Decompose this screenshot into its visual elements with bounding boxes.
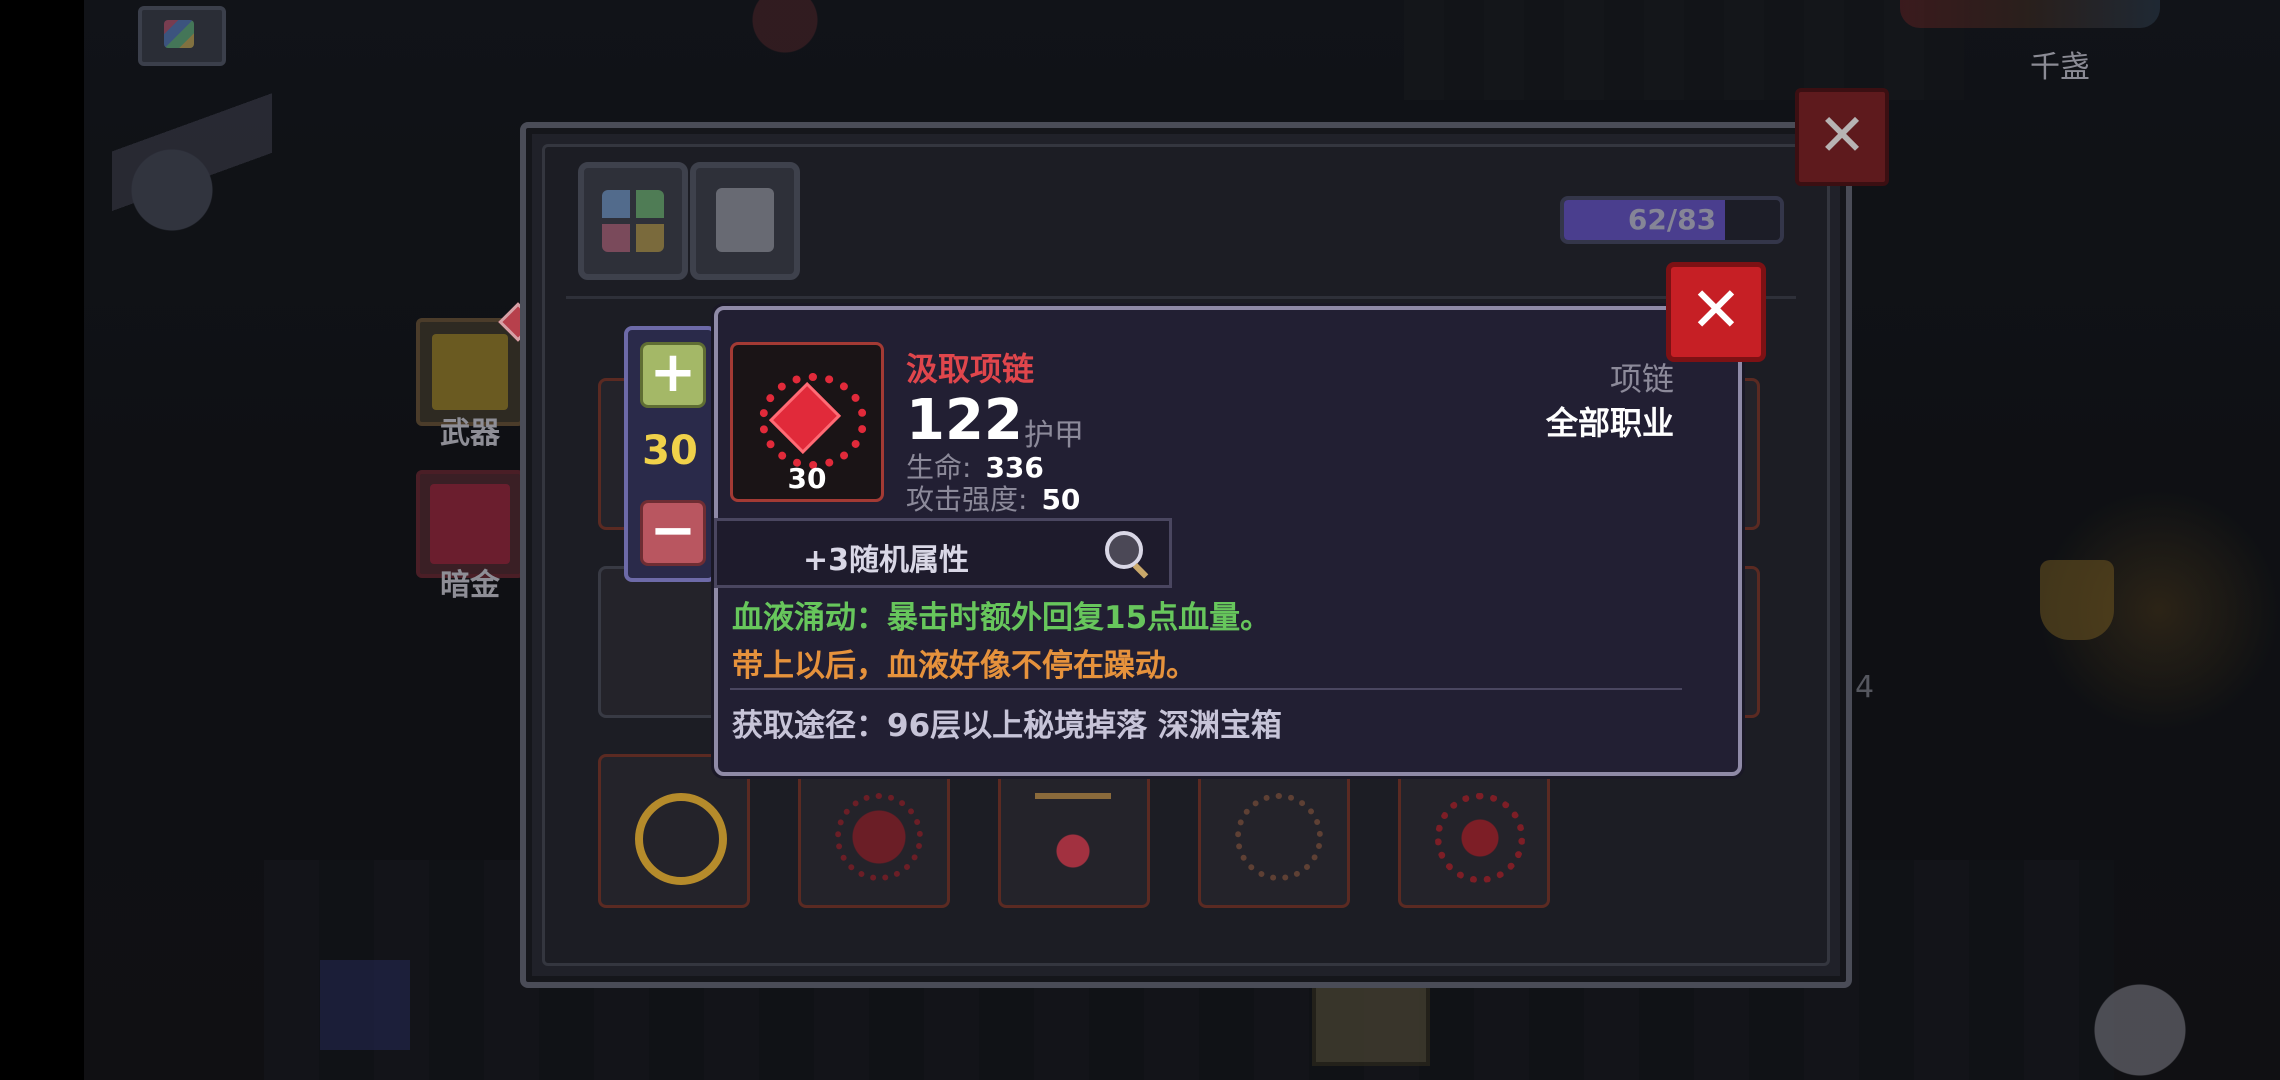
item-name: 汲取项链: [906, 350, 1035, 388]
npc-cat-sprite: [112, 80, 272, 260]
side-tab-label: 武器: [440, 416, 500, 451]
minus-button[interactable]: −: [640, 500, 706, 566]
side-tab-dark-gold[interactable]: 暗金: [416, 470, 524, 603]
random-attributes-label: +3随机属性: [803, 543, 970, 578]
top-right-decoration: [1900, 0, 2160, 28]
inventory-slot-necklace[interactable]: [1398, 754, 1550, 908]
portal-icon[interactable]: [138, 6, 226, 66]
item-level: 30: [787, 462, 827, 495]
tooltip-divider: [730, 688, 1682, 690]
necklace-icon: [1035, 793, 1111, 875]
inventory-slot-necklace[interactable]: [798, 754, 950, 908]
plus-button[interactable]: +: [640, 342, 706, 408]
top-right-label: 千盏: [2030, 50, 2090, 85]
necklace-icon: [635, 793, 727, 885]
item-icon-frame: 30: [730, 342, 884, 502]
random-attributes-button[interactable]: +3随机属性: [714, 518, 1172, 588]
stat-attack: 攻击强度: 50: [906, 478, 1080, 518]
letterbox-left: [0, 0, 84, 1080]
side-tab-weapon[interactable]: 武器: [416, 302, 538, 451]
necklace-icon: [1435, 793, 1525, 883]
item-source: 获取途径：96层以上秘境掉落 深渊宝箱: [732, 708, 1282, 744]
weapon-icon: [432, 334, 508, 410]
top-decoration: [720, 0, 850, 100]
side-tab-label: 暗金: [440, 568, 500, 603]
quantity-stepper: + 30 −: [624, 326, 716, 582]
inventory-close-button[interactable]: ✕: [1795, 88, 1889, 186]
necklace-icon: [1235, 793, 1323, 881]
stat-value: 50: [1041, 483, 1081, 516]
item-flavor-text: 带上以后，血液好像不停在躁动。: [732, 648, 1197, 684]
tooltip-close-button[interactable]: ✕: [1666, 262, 1766, 362]
capacity-text: 62/83: [1627, 203, 1717, 236]
inventory-slot-necklace[interactable]: [598, 754, 750, 908]
armor-value: 122: [906, 388, 1023, 453]
stepper-value: 30: [642, 428, 698, 474]
armor-tab-icon: [716, 188, 774, 252]
item-type: 项链: [1609, 360, 1674, 398]
tab-armor[interactable]: [690, 162, 800, 280]
item-effect: 血液涌动：暴击时额外回复15点血量。: [732, 600, 1272, 636]
necklace-icon: [835, 793, 923, 881]
background-cat-sprite: [2080, 970, 2200, 1080]
item-class: 全部职业: [1545, 404, 1674, 442]
background-glyph: 4: [1855, 670, 1875, 705]
tab-all-items[interactable]: [578, 162, 688, 280]
magnifier-icon[interactable]: [1105, 531, 1143, 569]
panel-divider: [566, 296, 1796, 299]
all-items-icon: [602, 190, 664, 252]
background-object: [320, 960, 410, 1050]
background-wall: [1404, 0, 1964, 100]
stat-key: 攻击强度:: [906, 483, 1028, 516]
inventory-slot-necklace[interactable]: [1198, 754, 1350, 908]
lamp-sprite: [2040, 560, 2114, 640]
inventory-slot-necklace[interactable]: [998, 754, 1150, 908]
dark-gold-icon: [430, 484, 510, 564]
inventory-capacity-bar: 62/83: [1560, 196, 1784, 244]
